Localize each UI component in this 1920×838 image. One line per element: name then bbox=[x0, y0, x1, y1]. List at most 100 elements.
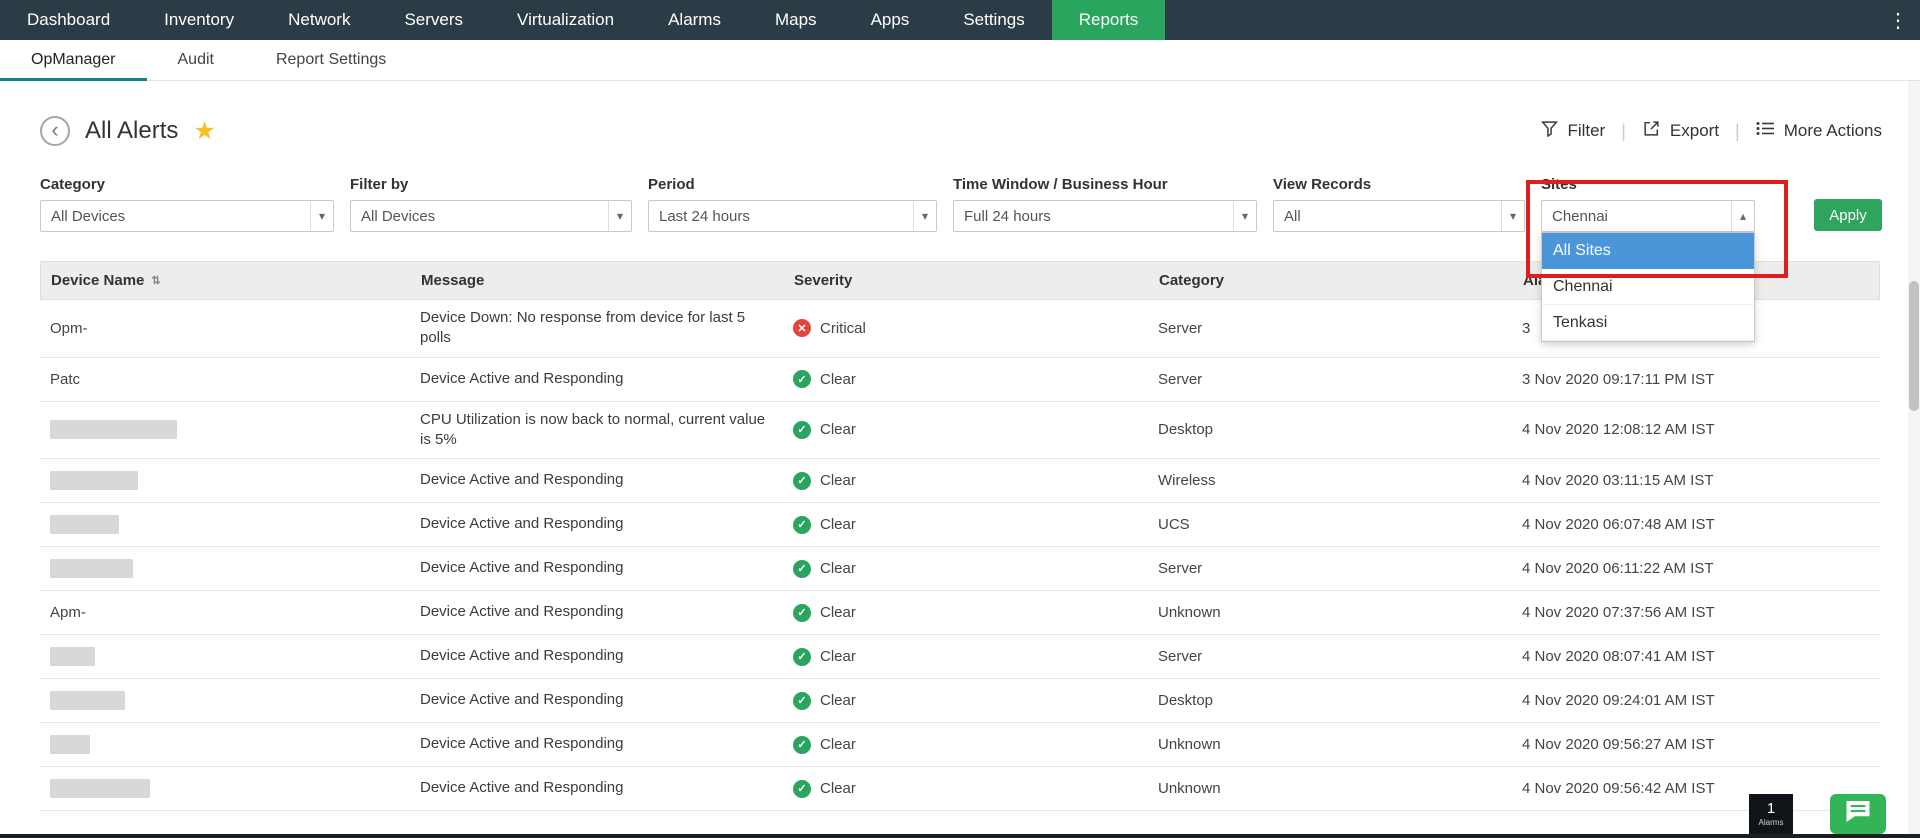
severity-cell: ✓ Clear bbox=[793, 464, 1158, 498]
clear-icon: ✓ bbox=[793, 421, 811, 439]
select-value: Full 24 hours bbox=[964, 208, 1051, 225]
device-name-cell bbox=[40, 727, 420, 762]
caret-down-icon: ▾ bbox=[913, 201, 936, 231]
device-name-cell bbox=[40, 551, 420, 586]
filter-group-period: PeriodLast 24 hours▾ bbox=[648, 176, 937, 232]
clear-icon: ✓ bbox=[793, 648, 811, 666]
header-separator: | bbox=[1735, 121, 1740, 142]
column-header-device-name[interactable]: Device Name ⇅ bbox=[41, 272, 421, 289]
nav-item-reports[interactable]: Reports bbox=[1052, 0, 1166, 40]
dropdown-option-all-sites[interactable]: All Sites bbox=[1542, 233, 1754, 269]
severity-label: Clear bbox=[820, 560, 856, 577]
filter-select-time-window-business-hour[interactable]: Full 24 hours ▾ bbox=[953, 200, 1257, 232]
header-actions: Filter | Export | More Actions bbox=[1541, 119, 1882, 143]
caret-down-icon: ▾ bbox=[1233, 201, 1256, 231]
page-title: All Alerts bbox=[85, 117, 178, 145]
filter-group-filter-by: Filter byAll Devices▾ bbox=[350, 176, 632, 232]
filter-group-view-records: View Records All▾ bbox=[1273, 176, 1525, 232]
filter-select-category[interactable]: All Devices ▾ bbox=[40, 200, 334, 232]
table-row: Device Active and Responding✓ClearWirele… bbox=[40, 459, 1880, 503]
column-header-severity[interactable]: Severity bbox=[794, 272, 1159, 289]
redacted-device-name bbox=[50, 515, 119, 534]
device-name-cell: Apm- bbox=[40, 596, 420, 629]
column-header-message[interactable]: Message bbox=[421, 272, 794, 289]
more-actions-button[interactable]: More Actions bbox=[1756, 121, 1882, 141]
nav-item-network[interactable]: Network bbox=[261, 0, 377, 40]
column-header-label: Severity bbox=[794, 272, 852, 289]
severity-label: Clear bbox=[820, 604, 856, 621]
export-button[interactable]: Export bbox=[1642, 119, 1719, 143]
filter-select-sites[interactable]: Chennai▴ bbox=[1541, 200, 1755, 232]
filter-button-label: Filter bbox=[1567, 121, 1605, 141]
favorite-star-icon[interactable]: ★ bbox=[193, 116, 215, 146]
dropdown-option-chennai[interactable]: Chennai bbox=[1542, 269, 1754, 305]
column-header-label: Device Name bbox=[51, 272, 144, 289]
filter-label-view-records: View Records bbox=[1273, 176, 1525, 193]
column-header-category[interactable]: Category bbox=[1159, 272, 1523, 289]
scrollbar-thumb[interactable] bbox=[1909, 281, 1919, 411]
device-name-cell bbox=[40, 639, 420, 674]
message-cell: Device Active and Responding bbox=[420, 638, 770, 674]
select-value: Last 24 hours bbox=[659, 208, 750, 225]
table-row: CPU Utilization is now back to normal, c… bbox=[40, 402, 1880, 460]
sub-nav-item-report-settings[interactable]: Report Settings bbox=[245, 40, 417, 80]
filter-group-time-window-business-hour: Time Window / Business Hour Full 24 hours… bbox=[953, 176, 1257, 232]
device-name-cell bbox=[40, 412, 420, 447]
filter-select-view-records[interactable]: All▾ bbox=[1273, 200, 1525, 232]
top-nav-items: DashboardInventoryNetworkServersVirtuali… bbox=[0, 0, 1165, 40]
sub-nav-item-audit[interactable]: Audit bbox=[147, 40, 245, 80]
nav-item-alarms[interactable]: Alarms bbox=[641, 0, 748, 40]
filter-select-period[interactable]: Last 24 hours ▾ bbox=[648, 200, 937, 232]
alerts-table: Device Name⇅MessageSeverityCategoryAlarm… bbox=[40, 261, 1880, 811]
filter-label-time-window-business-hour: Time Window / Business Hour bbox=[953, 176, 1257, 193]
nav-item-inventory[interactable]: Inventory bbox=[137, 0, 261, 40]
nav-item-servers[interactable]: Servers bbox=[377, 0, 490, 40]
select-value: All Devices bbox=[361, 208, 435, 225]
filter-select-filter-by[interactable]: All Devices▾ bbox=[350, 200, 632, 232]
apply-button[interactable]: Apply bbox=[1814, 199, 1882, 231]
severity-label: Clear bbox=[820, 371, 856, 388]
severity-label: Clear bbox=[820, 472, 856, 489]
device-name: Patc bbox=[50, 371, 80, 388]
filter-button[interactable]: Filter bbox=[1541, 120, 1605, 142]
nav-item-maps[interactable]: Maps bbox=[748, 0, 844, 40]
select-value: All bbox=[1284, 208, 1301, 225]
nav-item-dashboard[interactable]: Dashboard bbox=[0, 0, 137, 40]
clear-icon: ✓ bbox=[793, 736, 811, 754]
caret-down-icon: ▾ bbox=[310, 201, 333, 231]
select-value: All Devices bbox=[51, 208, 125, 225]
severity-label: Clear bbox=[820, 421, 856, 438]
clear-icon: ✓ bbox=[793, 560, 811, 578]
redacted-device-name bbox=[50, 691, 125, 710]
sites-dropdown-list: All SitesChennaiTenkasi bbox=[1541, 232, 1755, 342]
scrollbar-track[interactable] bbox=[1908, 81, 1920, 834]
alarm-time-cell: 4 Nov 2020 09:24:01 AM IST bbox=[1522, 684, 1880, 717]
alarm-count-badge[interactable]: 1 Alarms bbox=[1749, 794, 1793, 834]
alarm-time-cell: 4 Nov 2020 12:08:12 AM IST bbox=[1522, 413, 1880, 446]
critical-icon: ✕ bbox=[793, 319, 811, 337]
bottom-edge-bar bbox=[0, 834, 1920, 838]
severity-cell: ✓ Clear bbox=[793, 413, 1158, 447]
category-cell: Desktop bbox=[1158, 413, 1522, 446]
sub-nav-item-opmanager[interactable]: OpManager bbox=[0, 40, 147, 80]
chat-button[interactable] bbox=[1830, 794, 1886, 834]
alarm-time-cell: 4 Nov 2020 03:11:15 AM IST bbox=[1522, 464, 1880, 497]
message-cell: Device Active and Responding bbox=[420, 462, 770, 498]
clear-icon: ✓ bbox=[793, 472, 811, 490]
severity-cell: ✓Clear bbox=[793, 362, 1158, 396]
overflow-menu-icon[interactable]: ⋮ bbox=[1888, 0, 1908, 40]
top-nav: DashboardInventoryNetworkServersVirtuali… bbox=[0, 0, 1920, 40]
device-name: Opm- bbox=[50, 320, 88, 337]
redacted-device-name bbox=[50, 471, 138, 490]
message-cell: Device Active and Responding bbox=[420, 594, 770, 630]
clear-icon: ✓ bbox=[793, 692, 811, 710]
sort-icon[interactable]: ⇅ bbox=[151, 274, 160, 287]
nav-item-settings[interactable]: Settings bbox=[936, 0, 1051, 40]
back-button[interactable]: ‹ bbox=[40, 116, 70, 146]
dropdown-option-tenkasi[interactable]: Tenkasi bbox=[1542, 305, 1754, 341]
severity-label: Clear bbox=[820, 780, 856, 797]
select-value: Chennai bbox=[1552, 208, 1608, 225]
table-row: Device Active and Responding✓ClearUnknow… bbox=[40, 767, 1880, 811]
nav-item-virtualization[interactable]: Virtualization bbox=[490, 0, 641, 40]
nav-item-apps[interactable]: Apps bbox=[844, 0, 937, 40]
